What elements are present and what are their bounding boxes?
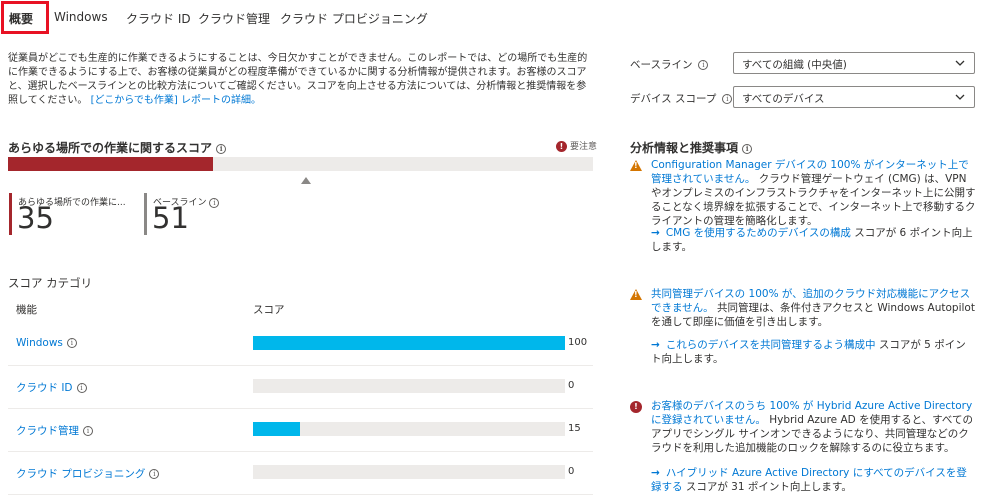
insight-body: お客様のデバイスのうち 100% が Hybrid Azure Active D…	[651, 399, 976, 455]
category-score-value: 0	[568, 466, 575, 477]
insight-action-text: スコアが 31 ポイント向上します。	[685, 481, 852, 493]
column-header-feature: 機能	[16, 304, 37, 316]
device-scope-select[interactable]: すべてのデバイス	[733, 86, 975, 108]
error-circle-icon: !	[630, 401, 642, 413]
table-row: クラウド ID i 0	[8, 366, 593, 409]
category-bar	[253, 422, 565, 436]
category-name: クラウド ID	[16, 382, 73, 394]
category-bar-fill	[253, 422, 300, 436]
arrow-right-icon: →	[651, 339, 660, 351]
baseline-kpi: ベースライン i 51	[144, 193, 254, 235]
category-link-windows[interactable]: Windows i	[16, 337, 77, 349]
insight-action-link[interactable]: これらのデバイスを共同管理するよう構成中	[666, 339, 876, 351]
insight-action: → ハイブリッド Azure Active Directory にすべてのデバイス…	[651, 466, 976, 494]
info-icon[interactable]: i	[216, 143, 227, 154]
column-header-score: スコア	[253, 304, 285, 316]
chevron-down-icon	[955, 94, 965, 100]
info-icon[interactable]: i	[149, 469, 160, 479]
baseline-filter-label: ベースライン i	[630, 57, 709, 72]
insight-item: ! Configuration Manager デバイスの 100% がインター…	[630, 158, 976, 253]
info-icon[interactable]: i	[698, 60, 709, 70]
tab-cloud-provisioning[interactable]: クラウド プロビジョニング	[280, 10, 428, 27]
info-icon[interactable]: i	[742, 143, 753, 154]
category-bar	[253, 465, 565, 479]
insights-title-text: 分析情報と推奨事項	[630, 141, 739, 155]
insights-title: 分析情報と推奨事項 i	[630, 139, 753, 156]
category-name: クラウド管理	[16, 425, 79, 437]
table-row: クラウド プロビジョニング i 0	[8, 452, 593, 495]
status-text: 要注意	[570, 142, 598, 152]
score-kpi-accent	[9, 193, 12, 235]
info-icon[interactable]: i	[66, 338, 77, 348]
info-icon[interactable]: i	[76, 383, 87, 393]
category-link-cloud-management[interactable]: クラウド管理 i	[16, 423, 93, 438]
tab-windows[interactable]: Windows	[54, 10, 108, 24]
warning-triangle-icon: !	[630, 160, 642, 171]
insight-action: → CMG を使用するためのデバイスの構成 スコアが 6 ポイント向上します。	[651, 226, 976, 254]
tab-cloud-management[interactable]: クラウド管理	[198, 10, 270, 27]
score-kpi: あらゆる場所での作業に... 35	[9, 193, 139, 235]
warning-triangle-icon: !	[630, 289, 642, 300]
category-name: Windows	[16, 337, 63, 349]
baseline-kpi-accent	[144, 193, 147, 235]
arrow-right-icon: →	[651, 467, 660, 479]
score-bar	[8, 157, 593, 171]
error-circle-icon: !	[556, 141, 567, 152]
baseline-label-text: ベースライン	[630, 59, 693, 71]
category-link-cloud-provisioning[interactable]: クラウド プロビジョニング i	[16, 466, 160, 481]
insight-body: Configuration Manager デバイスの 100% がインターネッ…	[651, 158, 976, 228]
info-icon[interactable]: i	[722, 94, 733, 104]
insight-action-link[interactable]: CMG を使用するためのデバイスの構成	[666, 227, 851, 239]
status-badge: ! 要注意	[556, 139, 597, 152]
insight-item: ! 共同管理デバイスの 100% が、追加のクラウド対応機能にアクセスできません…	[630, 287, 975, 367]
info-icon[interactable]: i	[209, 197, 220, 208]
report-description: 従業員がどこでも生産的に作業できるようにすることは、今日欠かすことができません。…	[8, 52, 593, 108]
tab-overview[interactable]: 概要	[9, 10, 33, 27]
category-score-value: 100	[568, 337, 588, 348]
device-scope-filter-label: デバイス スコープ i	[630, 91, 733, 106]
insight-body: 共同管理デバイスの 100% が、追加のクラウド対応機能にアクセスできません。 …	[651, 287, 976, 329]
baseline-marker	[301, 177, 312, 184]
category-bar	[253, 379, 565, 393]
baseline-select-value: すべての組織 (中央値)	[742, 59, 847, 71]
device-scope-select-value: すべてのデバイス	[742, 93, 825, 105]
score-title-text: あらゆる場所での作業に関するスコア	[8, 141, 213, 155]
info-icon[interactable]: i	[83, 426, 93, 436]
tab-cloud-identity[interactable]: クラウド ID	[126, 10, 191, 27]
score-section-title: あらゆる場所での作業に関するスコア i	[8, 139, 227, 156]
table-row: Windows i 100	[8, 323, 593, 366]
score-kpi-value: 35	[17, 201, 54, 235]
baseline-select[interactable]: すべての組織 (中央値)	[733, 52, 975, 74]
baseline-kpi-value: 51	[152, 201, 189, 235]
category-name: クラウド プロビジョニング	[16, 468, 146, 480]
categories-title: スコア カテゴリ	[8, 276, 93, 290]
category-score-value: 0	[568, 380, 575, 391]
report-details-link[interactable]: [どこからでも作業] レポートの詳細。	[91, 95, 261, 106]
category-bar-fill	[253, 336, 565, 350]
category-bar	[253, 336, 565, 350]
insight-item: ! お客様のデバイスのうち 100% が Hybrid Azure Active…	[630, 399, 975, 495]
tab-bar: 概要 Windows クラウド ID クラウド管理 クラウド プロビジョニング	[0, 0, 600, 36]
chevron-down-icon	[955, 60, 965, 66]
category-score-value: 15	[568, 423, 581, 434]
score-bar-fill	[8, 157, 213, 171]
device-scope-label-text: デバイス スコープ	[630, 93, 717, 105]
category-link-cloud-identity[interactable]: クラウド ID i	[16, 380, 87, 395]
table-row: クラウド管理 i 15	[8, 409, 593, 452]
arrow-right-icon: →	[651, 227, 660, 239]
insight-action: → これらのデバイスを共同管理するよう構成中 スコアが 5 ポイント向上します。	[651, 338, 976, 366]
